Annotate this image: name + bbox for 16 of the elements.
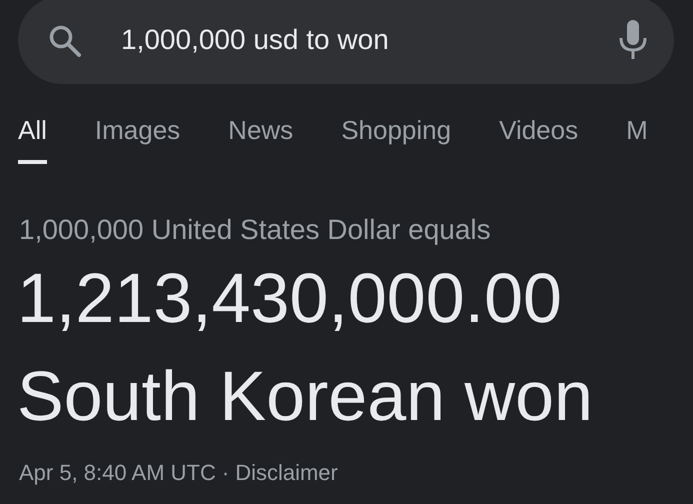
search-tab[interactable]: M bbox=[626, 114, 648, 164]
search-field[interactable]: 1,000,000 usd to won bbox=[121, 24, 618, 56]
search-tab[interactable]: News bbox=[228, 114, 294, 164]
search-icon bbox=[48, 24, 82, 58]
search-tab[interactable]: All bbox=[18, 114, 47, 164]
search-tab[interactable]: Images bbox=[94, 114, 180, 164]
microphone-icon[interactable] bbox=[618, 20, 648, 60]
search-bar[interactable]: 1,000,000 usd to won bbox=[18, 0, 674, 84]
timestamp: Apr 5, 8:40 AM UTC bbox=[19, 460, 216, 486]
conversion-caption: 1,000,000 United States Dollar equals bbox=[19, 214, 492, 246]
search-tab[interactable]: Shopping bbox=[341, 114, 452, 164]
currency-name: South Korean won bbox=[17, 356, 594, 437]
search-tab[interactable]: Videos bbox=[499, 114, 578, 164]
converted-amount: 1,213,430,000.00 bbox=[17, 258, 563, 339]
disclaimer-link[interactable]: Disclaimer bbox=[235, 460, 338, 486]
separator-dot: · bbox=[222, 460, 230, 486]
